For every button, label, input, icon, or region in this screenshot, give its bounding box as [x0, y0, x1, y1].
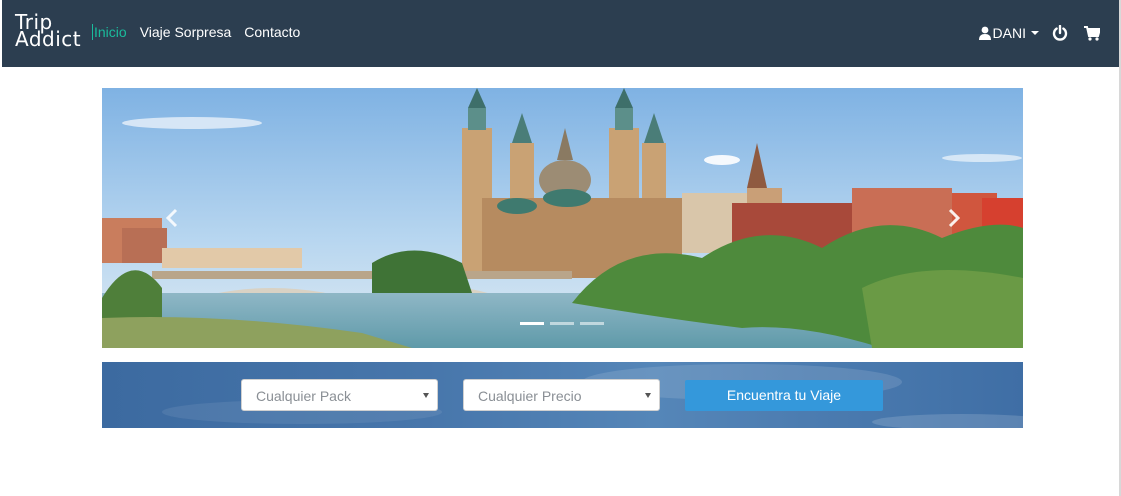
user-dropdown[interactable]: DANI [978, 25, 1039, 41]
hero-image [102, 88, 1023, 348]
caret-down-icon [645, 393, 651, 398]
carousel-indicator[interactable] [550, 322, 574, 325]
carousel-indicator[interactable] [520, 322, 544, 325]
chevron-right-icon [948, 208, 960, 228]
pack-select-value: Cualquier Pack [256, 388, 351, 404]
brand-logo[interactable]: Trip Addict [15, 12, 82, 51]
logout-button[interactable] [1049, 22, 1071, 44]
cart-icon [1084, 25, 1100, 41]
nav-right: DANI [978, 22, 1103, 44]
page: Trip Addict Inicio Viaje Sorpresa Contac… [0, 0, 1121, 496]
main-nav: Inicio Viaje Sorpresa Contacto [92, 24, 300, 40]
nav-link-viaje-sorpresa[interactable]: Viaje Sorpresa [140, 24, 232, 40]
price-select-value: Cualquier Precio [478, 388, 582, 404]
carousel-prev-button[interactable] [160, 203, 184, 233]
chevron-down-icon [1031, 31, 1039, 35]
price-select[interactable]: Cualquier Precio [463, 379, 660, 411]
nav-link-contacto[interactable]: Contacto [244, 24, 300, 40]
top-navbar: Trip Addict Inicio Viaje Sorpresa Contac… [2, 0, 1119, 67]
cart-button[interactable] [1081, 22, 1103, 44]
trip-search-bar: Cualquier Pack Cualquier Precio Encuentr… [102, 362, 1023, 428]
brand-line-2: Addict [15, 27, 82, 51]
carousel-indicators [520, 322, 604, 325]
hero-carousel[interactable] [102, 88, 1023, 348]
nav-link-inicio[interactable]: Inicio [92, 24, 127, 40]
caret-down-icon [423, 393, 429, 398]
chevron-left-icon [166, 208, 178, 228]
user-name: DANI [992, 25, 1026, 41]
carousel-indicator[interactable] [580, 322, 604, 325]
power-icon [1052, 25, 1068, 41]
user-icon [978, 26, 991, 40]
carousel-next-button[interactable] [942, 203, 966, 233]
pack-select[interactable]: Cualquier Pack [241, 379, 438, 411]
find-trip-button[interactable]: Encuentra tu Viaje [685, 380, 883, 411]
